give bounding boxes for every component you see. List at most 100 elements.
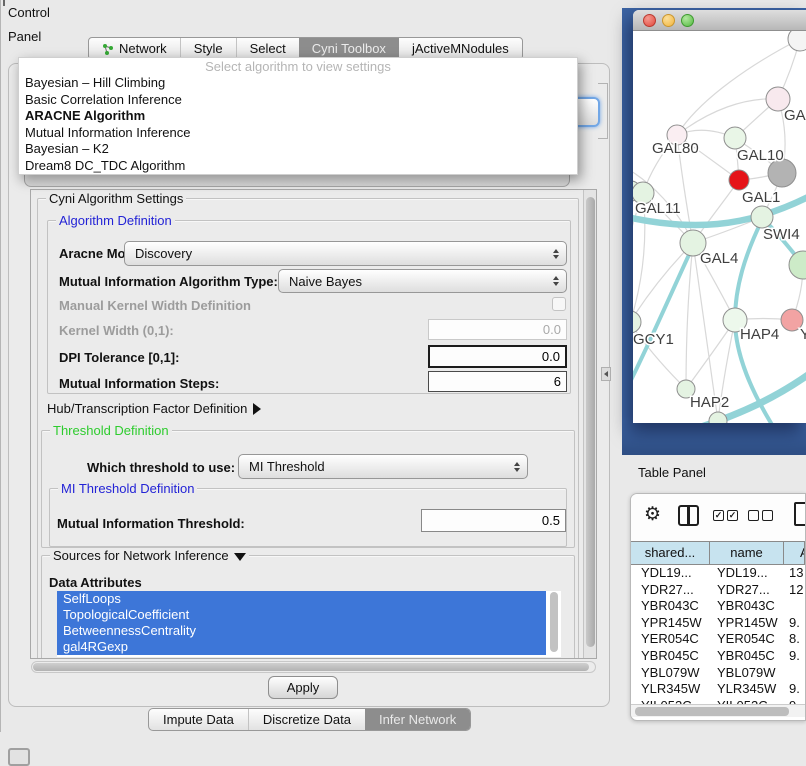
table-cell[interactable]: YLR345W (631, 681, 710, 698)
table-cell[interactable]: 8. (784, 631, 805, 648)
network-node[interactable] (788, 31, 806, 51)
table-cell[interactable]: YER054C (710, 631, 784, 648)
which-threshold-select[interactable]: MI Threshold (238, 454, 528, 479)
table-row[interactable]: YBR045CYBR045C9. (631, 648, 805, 665)
column-header-name[interactable]: name (710, 542, 784, 564)
tab-infer-network[interactable]: Infer Network (365, 709, 470, 730)
table-row[interactable]: YLR345WYLR345W9. (631, 681, 805, 698)
attribute-list-item[interactable]: gal4RGexp (57, 639, 546, 655)
table-cell[interactable]: 13 (784, 565, 805, 582)
hub-definition-toggle[interactable]: Hub/Transcription Factor Definition (47, 401, 261, 416)
table-cell[interactable]: YBR043C (631, 598, 710, 615)
table-cell[interactable]: YPR145W (710, 615, 784, 632)
new-document-icon[interactable] (794, 502, 806, 526)
network-node-gal1[interactable] (729, 170, 749, 190)
scrollbar-thumb[interactable] (33, 663, 589, 671)
table-cell[interactable]: YPR145W (631, 615, 710, 632)
network-svg[interactable]: GALGAL80GAL10GAL1GAL11SWI4GAL4GCY1HAP4YH… (633, 31, 806, 423)
table-cell[interactable]: 9. (784, 648, 805, 665)
table-row[interactable]: YPR145WYPR145W9. (631, 615, 805, 632)
table-row[interactable]: YBL079WYBL079W (631, 665, 805, 682)
group-title: MI Threshold Definition (58, 481, 197, 496)
table-cell[interactable]: YBL079W (631, 665, 710, 682)
table-row[interactable]: YBR043CYBR043C (631, 598, 805, 615)
scrollbar-thumb[interactable] (635, 707, 789, 716)
tab-select[interactable]: Select (236, 38, 299, 59)
table-cell[interactable] (784, 598, 805, 615)
attribute-list-item[interactable]: SelfLoops (57, 591, 546, 607)
network-node[interactable] (709, 412, 727, 423)
deselect-all-icon[interactable] (748, 510, 759, 521)
table-horizontal-scrollbar[interactable] (631, 704, 805, 717)
table-cell[interactable]: YBR043C (710, 598, 784, 615)
minimize-traffic-light-icon[interactable] (662, 14, 675, 27)
table-row[interactable]: YDL19...YDL19...13 (631, 565, 805, 582)
tab-jactivemnodules[interactable]: jActiveMNodules (399, 38, 522, 59)
mi-steps-label: Mutual Information Steps: (59, 376, 219, 391)
column-header-shared-name[interactable]: shared... (631, 542, 710, 564)
cyni-bottom-tabbar: Impute Data Discretize Data Infer Networ… (148, 708, 471, 731)
network-edge[interactable] (677, 39, 800, 135)
network-node-swi4[interactable] (751, 206, 773, 228)
table-cell[interactable]: YER054C (631, 631, 710, 648)
network-node-gal10[interactable] (724, 127, 746, 149)
settings-vertical-scrollbar[interactable] (583, 190, 596, 658)
table-row[interactable]: YER054CYER054C8. (631, 631, 805, 648)
mi-type-select[interactable]: Naive Bayes (278, 269, 567, 293)
table-cell[interactable]: 12 (784, 582, 805, 599)
panel-splitter-handle[interactable] (601, 367, 611, 381)
table-cell[interactable]: YLR345W (710, 681, 784, 698)
aracne-mode-select[interactable]: Discovery (124, 241, 567, 266)
algorithm-option[interactable]: Basic Correlation Inference (19, 92, 577, 109)
table-cell[interactable]: YDL19... (710, 565, 784, 582)
deselect-all-icon[interactable] (762, 510, 773, 521)
network-edge[interactable] (686, 320, 735, 389)
kernel-width-input[interactable] (428, 319, 567, 340)
table-cell[interactable] (784, 665, 805, 682)
list-scrollbar[interactable] (549, 592, 560, 654)
table-cell[interactable]: YDL19... (631, 565, 710, 582)
apply-button[interactable]: Apply (268, 676, 338, 699)
network-window-titlebar[interactable] (633, 10, 806, 31)
settings-horizontal-scrollbar[interactable] (31, 661, 596, 673)
network-node[interactable] (789, 251, 806, 279)
data-attributes-list[interactable]: SelfLoopsTopologicalCoefficientBetweenne… (57, 591, 561, 657)
algorithm-option[interactable]: Bayesian – K2 (19, 141, 577, 158)
table-cell[interactable]: YDR27... (710, 582, 784, 599)
column-header-partial[interactable]: A (784, 542, 805, 564)
algorithm-option[interactable]: Bayesian – Hill Climbing (19, 75, 577, 92)
algorithm-option[interactable]: Dream8 DC_TDC Algorithm (19, 158, 577, 175)
table-cell[interactable]: YBR045C (710, 648, 784, 665)
zoom-traffic-light-icon[interactable] (681, 14, 694, 27)
tab-impute-data[interactable]: Impute Data (149, 709, 248, 730)
manual-kernel-checkbox[interactable] (552, 297, 566, 311)
select-all-icon[interactable]: ✓ (727, 510, 738, 521)
table-row[interactable]: YDR27...YDR27...12 (631, 582, 805, 599)
table-cell[interactable]: YDR27... (631, 582, 710, 599)
sources-toggle[interactable]: Sources for Network Inference (50, 548, 249, 563)
tab-cyni-toolbox[interactable]: Cyni Toolbox (299, 38, 399, 59)
select-all-icon[interactable]: ✓ (713, 510, 724, 521)
list-scrollbar-thumb[interactable] (550, 592, 558, 652)
scrollbar-thumb[interactable] (586, 197, 595, 647)
attribute-list-item[interactable]: BetweennessCentrality (57, 623, 546, 639)
tab-network[interactable]: Network (89, 38, 180, 59)
tab-style[interactable]: Style (180, 38, 236, 59)
algorithm-option[interactable]: Mutual Information Inference (19, 125, 577, 142)
table-cell[interactable]: 9. (784, 681, 805, 698)
algorithm-option[interactable]: ARACNE Algorithm (19, 108, 577, 125)
table-cell[interactable]: 9. (784, 615, 805, 632)
close-traffic-light-icon[interactable] (643, 14, 656, 27)
bottom-left-partial-button[interactable] (8, 748, 30, 766)
split-columns-icon[interactable] (678, 505, 699, 526)
mi-threshold-input[interactable] (421, 509, 566, 532)
table-cell[interactable]: YBL079W (710, 665, 784, 682)
mi-steps-input[interactable] (428, 371, 567, 392)
tab-discretize-data[interactable]: Discretize Data (248, 709, 365, 730)
network-edge[interactable] (686, 243, 693, 389)
network-node-gcy1[interactable] (633, 311, 641, 333)
table-cell[interactable]: YBR045C (631, 648, 710, 665)
attribute-list-item[interactable]: TopologicalCoefficient (57, 607, 546, 623)
dpi-tolerance-input[interactable] (428, 345, 567, 368)
settings-gear-icon[interactable]: ⚙ (644, 503, 661, 526)
